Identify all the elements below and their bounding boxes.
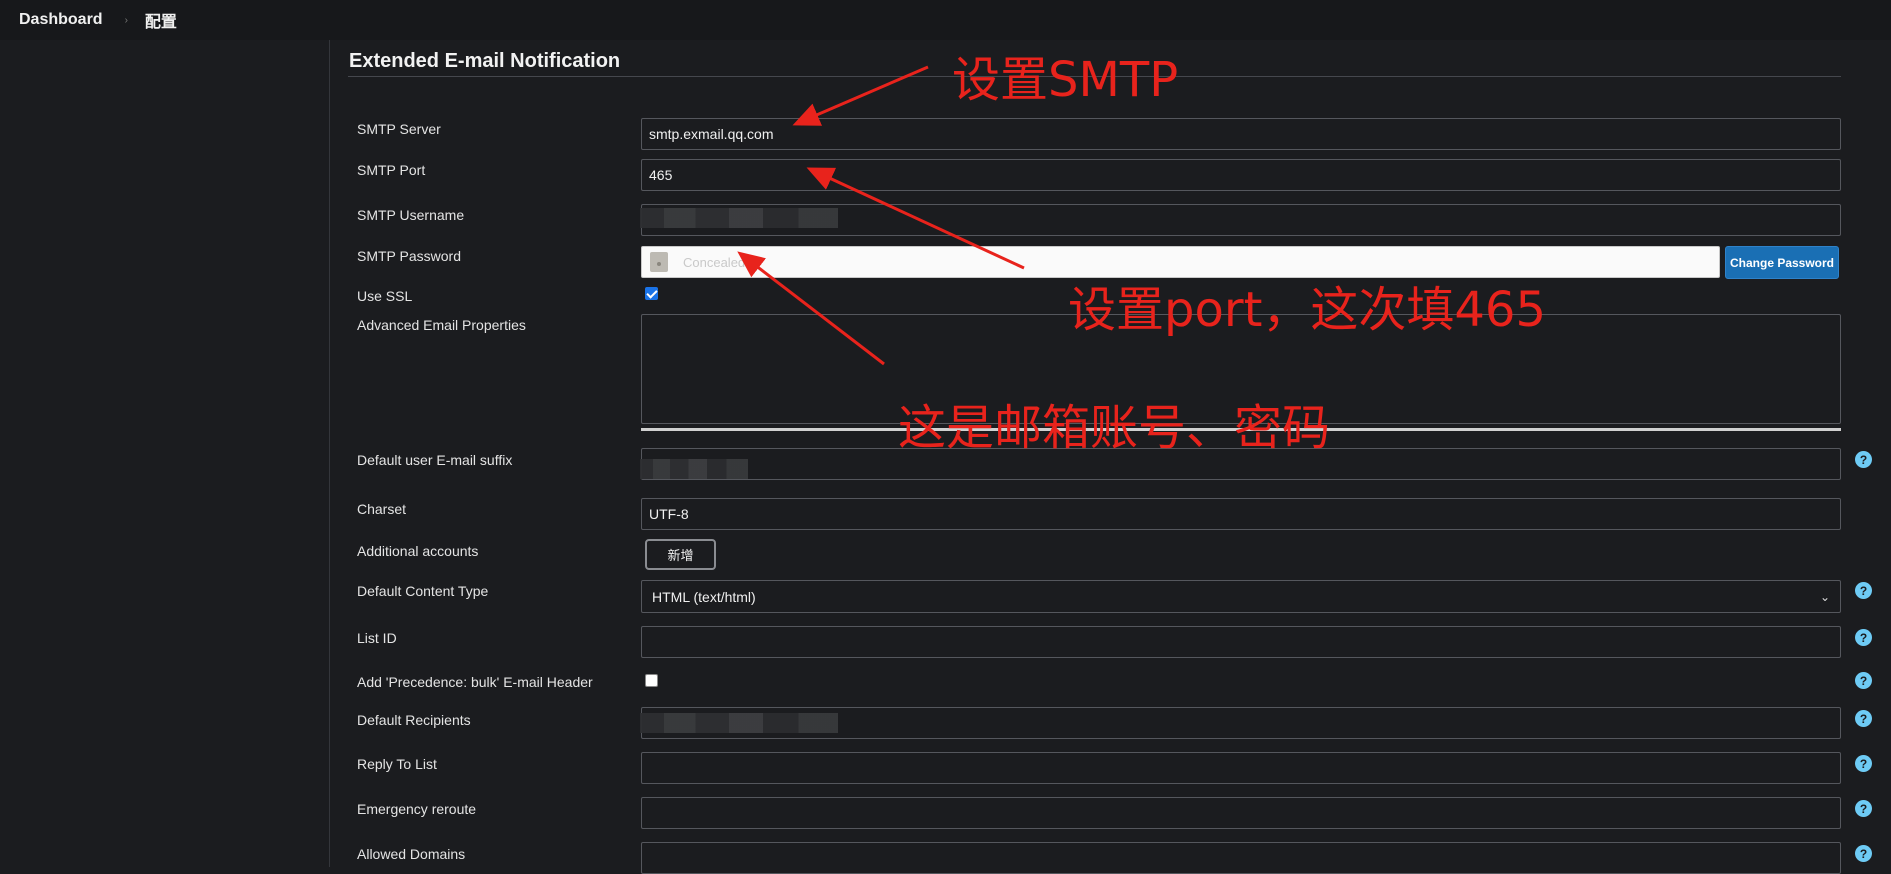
annotation-port: 设置port，这次填465 (1068, 282, 1547, 338)
arrow-smtp (792, 65, 929, 126)
arrow-account (737, 251, 885, 366)
annotation-smtp: 设置SMTP (952, 52, 1179, 108)
arrow-port (806, 167, 1025, 270)
annotation-account: 这是邮箱账号、密码 (898, 400, 1331, 456)
